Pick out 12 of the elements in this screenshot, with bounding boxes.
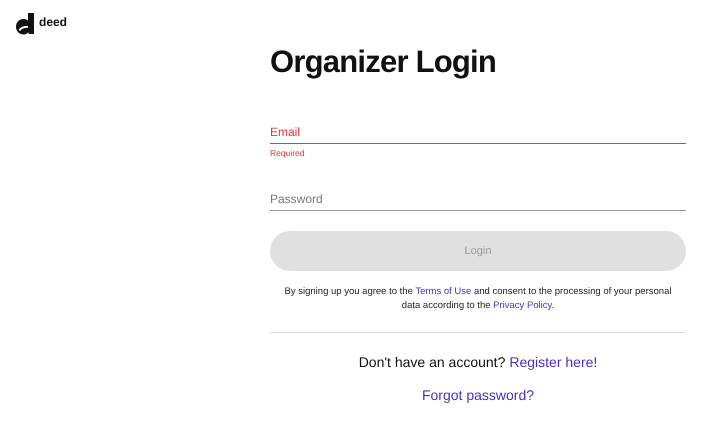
register-prompt: Don't have an account? <box>358 353 506 372</box>
input-field[interactable]: Password <box>270 187 686 211</box>
register-link[interactable]: Register here! <box>509 352 598 373</box>
logo-text: deed <box>39 14 68 31</box>
error-message: Required <box>270 147 306 159</box>
terms-link[interactable]: Terms of Use <box>415 286 472 297</box>
consent-text: By signing up you agree to the Terms of Use and consent to the processing of your personal data according to the Privacy Policy. <box>284 285 672 313</box>
input-field[interactable]: Email <box>270 120 686 144</box>
logo-icon <box>16 13 36 35</box>
page-title: Organizer Login <box>270 43 498 81</box>
privacy-link[interactable]: Privacy Policy <box>493 300 552 311</box>
forgot-password-link[interactable]: Forgot password? <box>422 385 534 406</box>
